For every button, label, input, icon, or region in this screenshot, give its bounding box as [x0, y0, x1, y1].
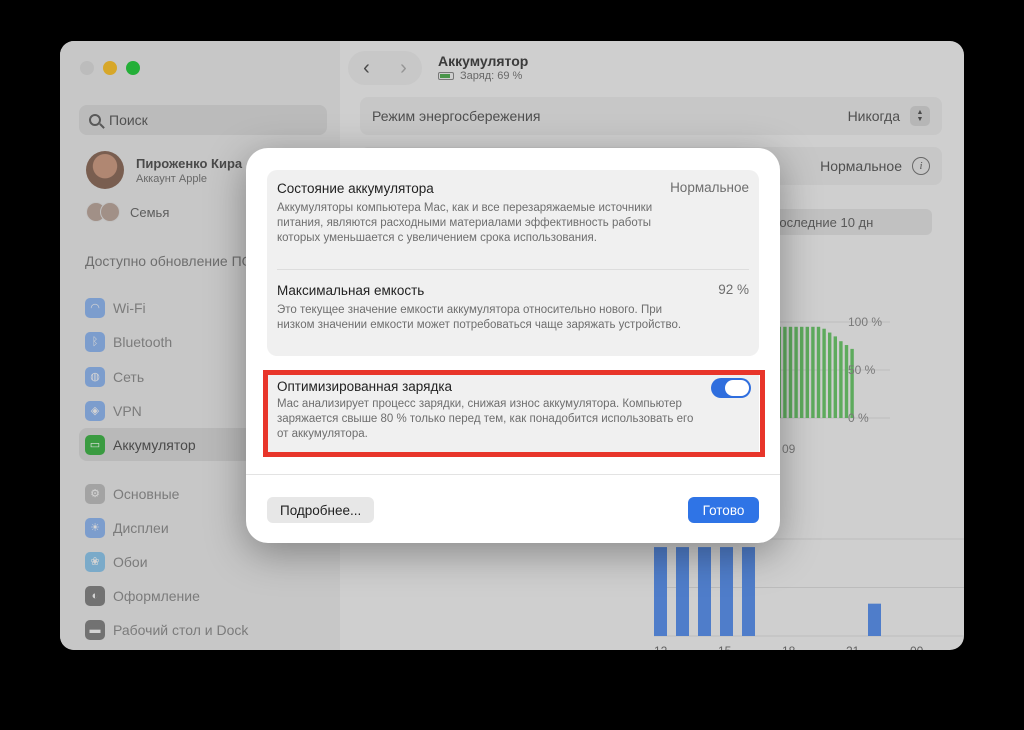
capacity-description: Это текущее значение емкости аккумулятор…	[277, 304, 682, 331]
optimized-charging-row: Оптимизированная зарядка Mac анализирует…	[267, 374, 759, 452]
health-title: Состояние аккумулятора	[277, 181, 434, 196]
footer-divider	[246, 474, 780, 475]
optimized-charging-toggle[interactable]	[711, 378, 751, 398]
health-status: Нормальное	[670, 180, 749, 195]
battery-health-dialog: Состояние аккумулятора Нормальное Аккуму…	[246, 148, 780, 543]
info-card: Состояние аккумулятора Нормальное Аккуму…	[267, 170, 759, 356]
done-button[interactable]: Готово	[688, 497, 759, 523]
optimized-description: Mac анализирует процесс зарядки, снижая …	[277, 398, 694, 440]
more-info-button[interactable]: Подробнее...	[267, 497, 375, 523]
health-description: Аккумуляторы компьютера Mac, как и все п…	[277, 202, 653, 244]
capacity-section: Максимальная емкость 92 % Это текущее зн…	[277, 282, 749, 333]
capacity-title: Максимальная емкость	[277, 283, 425, 298]
health-section: Состояние аккумулятора Нормальное Аккуму…	[277, 180, 749, 246]
divider	[277, 269, 749, 270]
capacity-value: 92 %	[718, 282, 749, 297]
optimized-title: Оптимизированная зарядка	[277, 379, 453, 394]
